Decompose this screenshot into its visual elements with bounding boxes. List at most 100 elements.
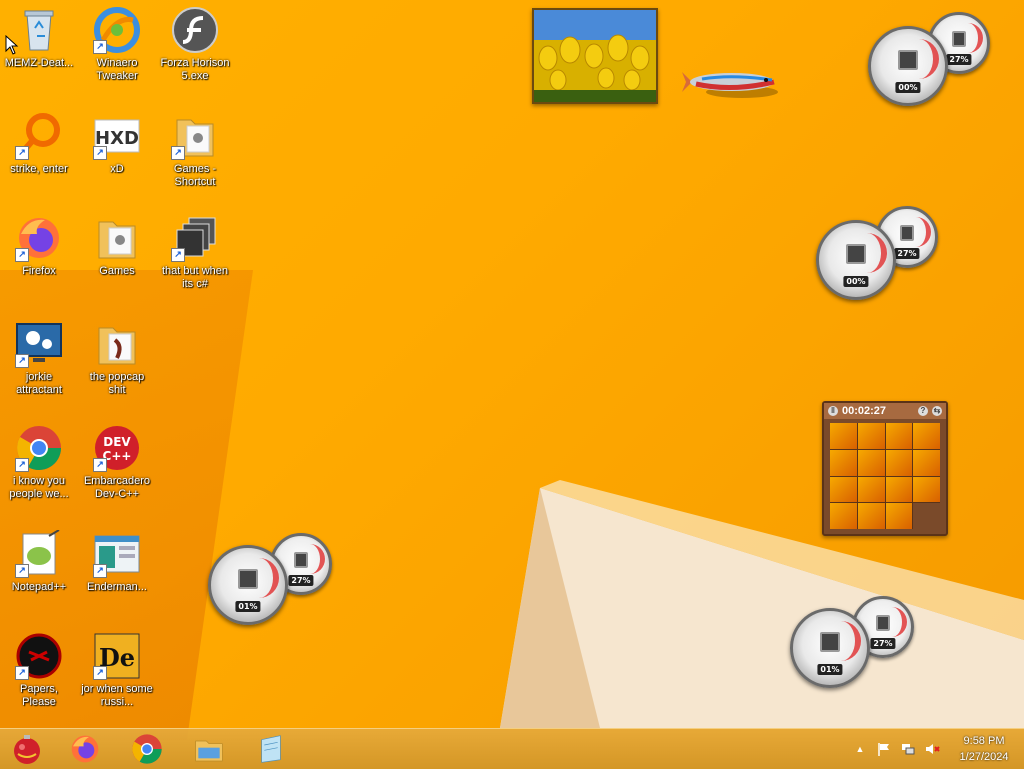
- picture-puzzle-gadget[interactable]: ‖ 00:02:27 ? ⇆: [822, 401, 948, 536]
- de-logo-icon: De ↗: [93, 632, 141, 680]
- monitor-gear-icon: ↗: [15, 320, 63, 368]
- puzzle-tile[interactable]: [830, 423, 857, 449]
- desktop-icon-forza[interactable]: Forza Horison 5.exe: [158, 6, 232, 83]
- hxd-icon: HXD ↗: [93, 112, 141, 160]
- network-icon[interactable]: [900, 741, 916, 757]
- desktop-icon-label: Embarcadero Dev-C++: [83, 475, 151, 500]
- desktop-icon-dev-cpp[interactable]: DEV C++ ↗ Embarcadero Dev-C++: [80, 424, 154, 501]
- shortcut-arrow-icon: ↗: [93, 564, 107, 578]
- puzzle-tile[interactable]: [913, 423, 940, 449]
- cpu-meter-gadget[interactable]: 27% 01%: [790, 596, 914, 688]
- desktop-icon-label: that but when its c#: [161, 265, 229, 290]
- system-tray: ▲ 9:58 PM 1/27/2024: [848, 729, 1024, 769]
- desktop-icon-label: jor when some russi...: [81, 683, 153, 708]
- folder-icon: [93, 320, 141, 368]
- puzzle-tile[interactable]: [913, 476, 940, 503]
- desktop-icon-csharp[interactable]: ↗ that but when its c#: [158, 214, 232, 291]
- folder-icon: ↗: [171, 112, 219, 160]
- memory-reading: 27%: [894, 248, 920, 259]
- desktop-icon-label: i know you people we...: [9, 475, 69, 500]
- memory-reading: 27%: [870, 638, 896, 649]
- swap-image-button[interactable]: ⇆: [932, 406, 942, 416]
- puzzle-tile[interactable]: [857, 503, 885, 529]
- cpu-chip-icon: [820, 632, 840, 653]
- cpu-gauge: 00%: [816, 220, 896, 300]
- desktop-icon-label: Firefox: [22, 265, 56, 277]
- shortcut-arrow-icon: ↗: [15, 666, 29, 680]
- help-button[interactable]: ?: [918, 406, 928, 416]
- show-hidden-icons-chevron[interactable]: ▲: [852, 741, 868, 757]
- pause-icon[interactable]: ‖: [828, 406, 838, 416]
- desktop-icon-games[interactable]: Games: [80, 214, 154, 278]
- desktop-icon-chrome[interactable]: ↗ i know you people we...: [2, 424, 76, 501]
- desktop-icon-label: strike, enter: [10, 163, 68, 175]
- fish-gadget[interactable]: [682, 66, 782, 100]
- shortcut-arrow-icon: ↗: [93, 666, 107, 680]
- taskbar-chrome[interactable]: [124, 732, 170, 766]
- desktop-icon-label: Forza Horison 5.exe: [160, 57, 230, 82]
- desktop-icon-popcap[interactable]: the popcap shit: [80, 320, 154, 397]
- volume-muted-icon[interactable]: [924, 741, 940, 757]
- cpu-meter-gadget[interactable]: 27% 01%: [208, 533, 332, 625]
- memory-chip-icon: [294, 551, 308, 568]
- puzzle-tile[interactable]: [913, 449, 940, 476]
- file-explorer-icon: [195, 740, 223, 762]
- desktop-icon-papers-please[interactable]: ↗ Papers, Please: [2, 632, 76, 709]
- puzzle-tile[interactable]: [857, 476, 885, 503]
- puzzle-tile[interactable]: [885, 476, 913, 503]
- taskbar-notepad[interactable]: [248, 732, 294, 766]
- cpu-reading: 00%: [843, 276, 869, 287]
- puzzle-tile[interactable]: [885, 449, 913, 476]
- puzzle-tile[interactable]: [885, 423, 913, 449]
- start-button[interactable]: [4, 732, 50, 766]
- desktop-icon-jorkie-attractant[interactable]: ↗ jorkie attractant: [2, 320, 76, 397]
- shortcut-arrow-icon: ↗: [93, 458, 107, 472]
- puzzle-tile[interactable]: [830, 503, 857, 529]
- stacked-windows-icon: ↗: [171, 214, 219, 262]
- desktop-icon-firefox[interactable]: ↗ Firefox: [2, 214, 76, 278]
- flash-icon: [171, 6, 219, 54]
- cpu-chip-icon: [238, 569, 258, 590]
- puzzle-tile[interactable]: [857, 449, 885, 476]
- shortcut-arrow-icon: ↗: [15, 146, 29, 160]
- desktop-icon-enderman[interactable]: ↗ Enderman...: [80, 530, 154, 594]
- desktop-icon-label: Games: [99, 265, 135, 277]
- puzzle-tile[interactable]: [857, 423, 885, 449]
- shortcut-arrow-icon: ↗: [93, 146, 107, 160]
- taskbar-firefox[interactable]: [62, 732, 108, 766]
- puzzle-tile[interactable]: [830, 449, 857, 476]
- firefox-icon: ↗: [15, 214, 63, 262]
- slideshow-gadget[interactable]: [532, 8, 658, 104]
- puzzle-tile[interactable]: [830, 476, 857, 503]
- taskbar-file-explorer[interactable]: [186, 732, 232, 766]
- action-center-flag-icon[interactable]: [876, 741, 892, 757]
- clock[interactable]: 9:58 PM 1/27/2024: [944, 733, 1024, 765]
- puzzle-tile[interactable]: [885, 503, 913, 529]
- taskbar: ▲ 9:58 PM 1/27/2024: [0, 728, 1024, 769]
- desktop-icon-label: Notepad++: [11, 581, 67, 593]
- cpu-meter-gadget[interactable]: 27% 00%: [816, 206, 940, 300]
- desktop-icon-label: Papers, Please: [20, 683, 58, 708]
- tulips-image: [534, 10, 656, 102]
- shortcut-arrow-icon: ↗: [93, 40, 107, 54]
- shortcut-arrow-icon: ↗: [171, 146, 185, 160]
- ornament-start-icon: [14, 735, 40, 764]
- winaero-icon: ↗: [93, 6, 141, 54]
- puzzle-timer: 00:02:27: [842, 405, 887, 417]
- cpu-gauge: 00%: [868, 26, 948, 106]
- desktop-icon-notepadpp[interactable]: ↗ Notepad++: [2, 529, 76, 594]
- desktop-icon-winaero-tweaker[interactable]: ↗ Winaero Tweaker: [80, 6, 154, 83]
- memory-chip-icon: [876, 614, 890, 631]
- desktop-icon-label: Enderman...: [87, 581, 147, 593]
- desktop-icon-games-shortcut[interactable]: ↗ Games - Shortcut: [158, 112, 232, 189]
- puzzle-header: ‖ 00:02:27 ? ⇆: [824, 403, 946, 419]
- desktop-icon-russi[interactable]: De ↗ jor when some russi...: [80, 632, 154, 709]
- desktop-icon-strike-enter[interactable]: ↗ strike, enter: [2, 112, 76, 176]
- cpu-meter-gadget[interactable]: 27% 00%: [868, 12, 992, 106]
- cpu-chip-icon: [846, 244, 866, 265]
- shortcut-arrow-icon: ↗: [171, 248, 185, 262]
- chrome-icon: [132, 734, 162, 764]
- desktop-icon-hxd[interactable]: HXD ↗ xD: [80, 112, 154, 176]
- memory-chip-icon: [952, 30, 966, 47]
- puzzle-grid: [830, 423, 940, 529]
